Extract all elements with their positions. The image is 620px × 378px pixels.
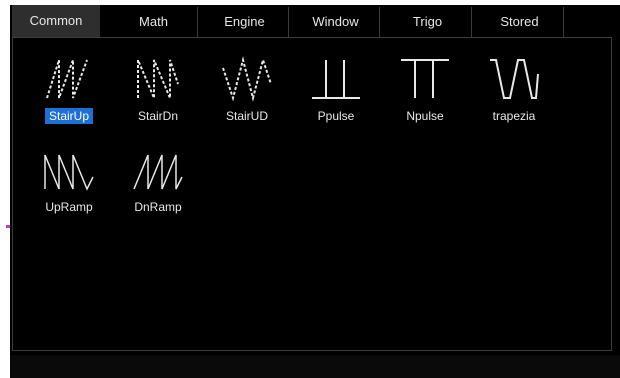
waveform-item-ppulse[interactable]: Ppulse (301, 44, 371, 126)
waveform-label: trapezia (492, 109, 536, 123)
tab-stored[interactable]: Stored (476, 7, 564, 37)
waveform-item-stairdn[interactable]: StairDn (123, 44, 193, 126)
tab-engine[interactable]: Engine (201, 7, 289, 37)
waveform-label: DnRamp (134, 200, 182, 214)
waveform-label: StairUp (44, 108, 93, 124)
positive-pulse-icon (312, 60, 360, 99)
tab-trigo[interactable]: Trigo (384, 7, 472, 37)
down-ramp-icon (133, 154, 183, 190)
tab-window[interactable]: Window (292, 7, 380, 37)
waveform-label: Ppulse (317, 109, 355, 123)
status-bar (10, 355, 620, 378)
stair-up-icon (46, 59, 88, 99)
waveform-item-stairup[interactable]: StairUp (34, 44, 104, 126)
trapezia-icon (490, 59, 539, 99)
waveform-item-stairud[interactable]: StairUD (212, 44, 282, 126)
waveform-item-trapezia[interactable]: trapezia (479, 44, 549, 126)
waveform-item-dnramp[interactable]: DnRamp (123, 135, 193, 217)
negative-pulse-icon (401, 59, 449, 98)
tab-bar: Common Math Engine Window Trigo Stored (10, 5, 620, 37)
waveform-item-upramp[interactable]: UpRamp (34, 135, 104, 217)
waveform-label: StairDn (137, 109, 178, 123)
stair-updown-icon (222, 56, 272, 102)
waveform-item-npulse[interactable]: Npulse (390, 44, 460, 126)
waveform-grid: StairUp StairDn StairUD Ppulse Npulse tr… (12, 37, 612, 351)
tab-common[interactable]: Common (12, 5, 100, 37)
waveform-dialog: Common Math Engine Window Trigo Stored S… (10, 5, 620, 378)
waveform-label: StairUD (225, 109, 268, 123)
tab-math[interactable]: Math (110, 7, 198, 37)
stair-down-icon (137, 59, 179, 99)
waveform-label: Npulse (406, 109, 444, 123)
up-ramp-icon (44, 154, 94, 191)
waveform-label: UpRamp (45, 200, 93, 214)
